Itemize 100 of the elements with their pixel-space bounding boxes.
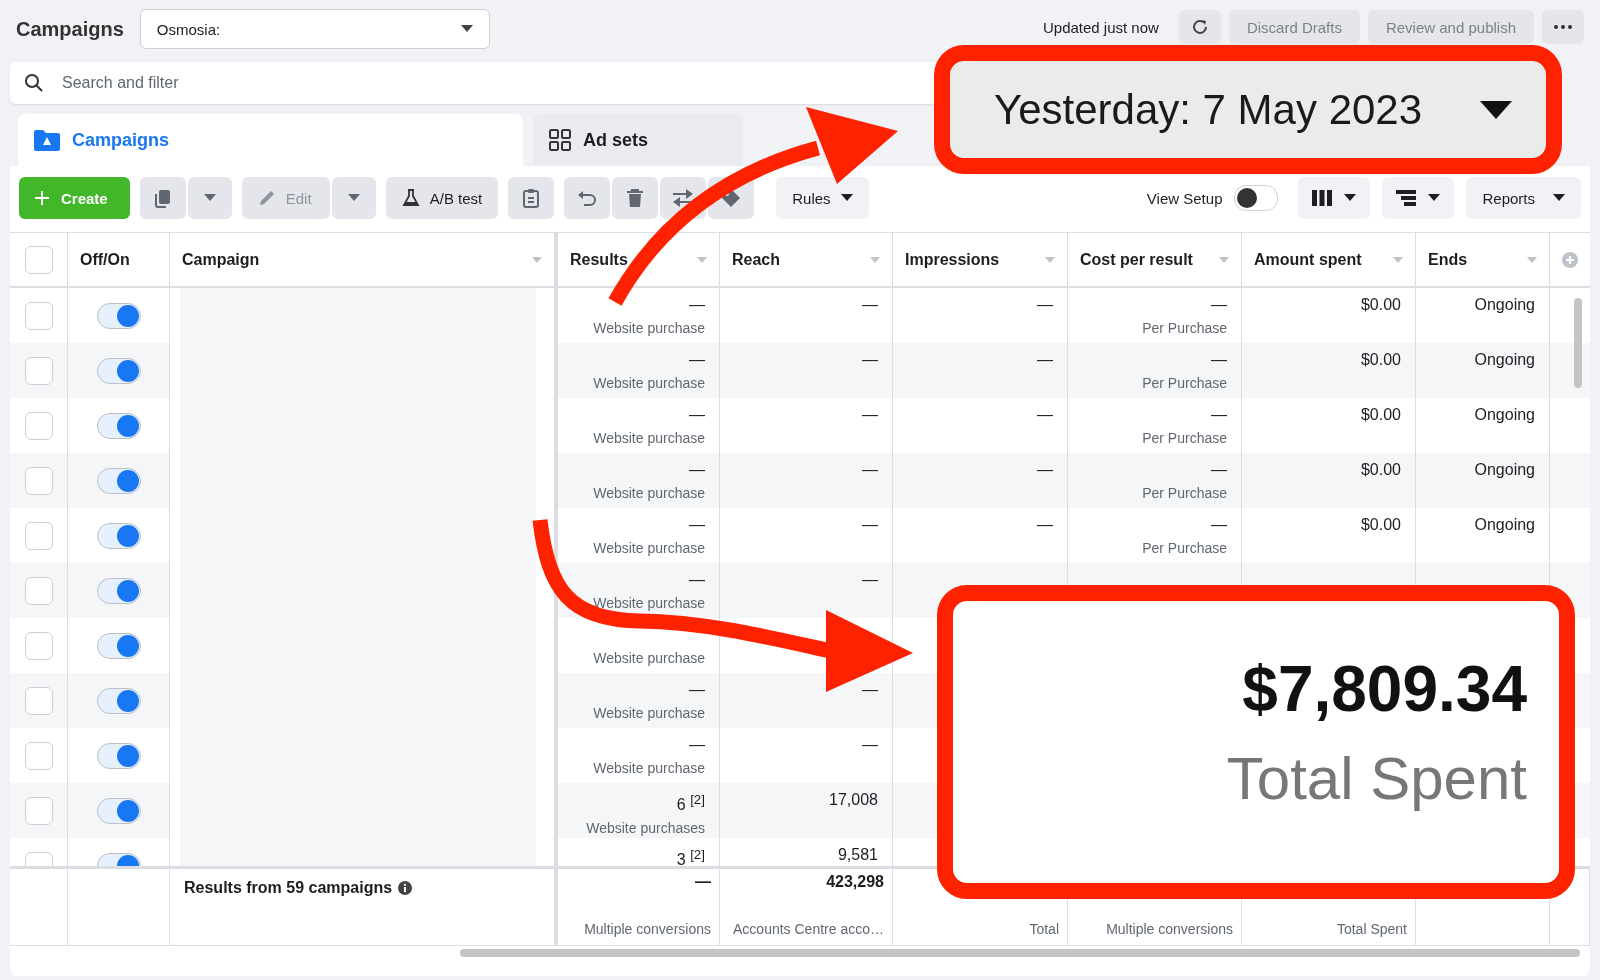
campaign-toggle[interactable] xyxy=(96,632,141,659)
columns-button[interactable] xyxy=(1298,177,1371,219)
table-cell: — xyxy=(689,406,705,424)
flask-icon xyxy=(401,189,420,207)
campaign-toggle[interactable] xyxy=(96,687,141,714)
dropdown-button[interactable] xyxy=(331,177,376,219)
duplicate-icon xyxy=(152,188,173,208)
breakdown-button[interactable] xyxy=(1382,177,1455,219)
grid-icon xyxy=(549,129,571,151)
column-header[interactable]: Impressions xyxy=(905,250,1000,269)
row-checkbox[interactable] xyxy=(24,631,53,660)
table-cell: 9,581 xyxy=(837,846,878,864)
table-cell: — xyxy=(689,461,705,479)
ab-test-button[interactable]: A/B test xyxy=(385,177,499,219)
clipboard-button[interactable] xyxy=(508,177,555,219)
table-cell: — xyxy=(862,296,878,314)
cell-caption: Website purchase xyxy=(593,320,705,336)
row-checkbox[interactable] xyxy=(24,356,53,385)
table-cell: — xyxy=(689,681,705,699)
pencil-icon xyxy=(257,189,276,207)
row-checkbox[interactable] xyxy=(24,576,53,605)
page-title: Campaigns xyxy=(16,17,124,41)
row-checkbox[interactable] xyxy=(24,411,53,440)
tab[interactable]: Ad sets xyxy=(533,114,743,166)
update-status: Updated just now xyxy=(1043,18,1159,36)
duplicate-button[interactable] xyxy=(139,177,186,219)
caret-icon xyxy=(347,194,360,202)
caret-icon xyxy=(460,25,473,33)
row-checkbox[interactable] xyxy=(24,301,53,330)
cell-caption: Website purchase xyxy=(593,595,705,611)
table-cell: — xyxy=(1037,351,1053,369)
table-cell: — xyxy=(862,681,878,699)
column-header[interactable]: Amount spent xyxy=(1254,250,1362,269)
select-all-checkbox[interactable] xyxy=(24,245,53,274)
column-header[interactable]: Ends xyxy=(1428,250,1468,269)
row-checkbox[interactable] xyxy=(24,796,53,825)
info-icon[interactable] xyxy=(398,881,413,895)
table-cell: Ongoing xyxy=(1474,461,1535,479)
cell-caption: Website purchase xyxy=(593,540,705,556)
table-cell: — xyxy=(1037,406,1053,424)
total-caption: Total Spent xyxy=(1336,921,1407,937)
table-cell: Ongoing xyxy=(1474,406,1535,424)
column-header[interactable]: Off/On xyxy=(80,250,130,269)
table-cell: Ongoing xyxy=(1474,296,1535,314)
refresh-icon xyxy=(1190,18,1209,36)
campaign-toggle[interactable] xyxy=(96,522,141,549)
more-button[interactable] xyxy=(1542,10,1584,44)
row-checkbox[interactable] xyxy=(24,686,53,715)
table-cell: 17,008 xyxy=(829,791,878,809)
account-dropdown[interactable]: Osmosia: xyxy=(139,9,490,49)
results-summary: Results from 59 campaigns xyxy=(184,879,393,897)
campaign-toggle[interactable] xyxy=(96,357,141,384)
view-setup-toggle[interactable] xyxy=(1234,185,1279,211)
trash-icon xyxy=(626,188,645,208)
refresh-button[interactable] xyxy=(1178,10,1221,44)
table-cell: $0.00 xyxy=(1360,461,1401,479)
table-cell: $0.00 xyxy=(1360,296,1401,314)
table-cell: — xyxy=(1037,296,1053,314)
table-cell: — xyxy=(689,736,705,754)
column-header[interactable]: Results xyxy=(570,250,628,269)
total-spent-label: Total Spent xyxy=(1226,743,1527,813)
rules-button[interactable]: Rules xyxy=(776,177,869,219)
column-header[interactable]: Reach xyxy=(732,250,781,269)
row-checkbox[interactable] xyxy=(24,741,53,770)
campaign-toggle[interactable] xyxy=(96,467,141,494)
total-spent-value: $7,809.34 xyxy=(1242,651,1527,726)
table-cell: $0.00 xyxy=(1360,516,1401,534)
list-icon xyxy=(1396,190,1417,206)
reports-button[interactable]: Reports xyxy=(1466,177,1581,219)
campaign-toggle[interactable] xyxy=(96,412,141,439)
row-checkbox[interactable] xyxy=(24,466,53,495)
table-cell: — xyxy=(862,461,878,479)
campaign-toggle[interactable] xyxy=(96,577,141,604)
scrollbar[interactable] xyxy=(460,949,1580,957)
scrollbar[interactable] xyxy=(1574,298,1582,388)
table-cell: — xyxy=(689,516,705,534)
column-header[interactable]: Campaign xyxy=(182,250,260,269)
column-header[interactable]: Cost per result xyxy=(1080,250,1193,269)
undo-button[interactable] xyxy=(564,177,611,219)
search-icon xyxy=(24,73,44,93)
dropdown-button[interactable] xyxy=(187,177,232,219)
table-cell: — xyxy=(862,571,878,589)
cell-caption: Per Purchase xyxy=(1142,430,1227,446)
table-cell: — xyxy=(689,351,705,369)
table-cell: 6 $^{[2]}$ xyxy=(676,791,705,815)
table-cell: — xyxy=(1211,296,1227,314)
row-checkbox[interactable] xyxy=(24,521,53,550)
caret-icon xyxy=(1553,194,1565,202)
delete-button[interactable] xyxy=(612,177,659,219)
table-cell: — xyxy=(1211,516,1227,534)
total-caption: Total xyxy=(1029,921,1059,937)
table-cell: — xyxy=(689,296,705,314)
campaign-toggle[interactable] xyxy=(96,742,141,769)
tab[interactable]: Campaigns xyxy=(18,114,523,166)
folder-icon xyxy=(34,129,60,151)
campaign-toggle[interactable] xyxy=(96,797,141,824)
search-field[interactable]: Search and filter xyxy=(60,73,934,93)
table-cell: — xyxy=(862,351,878,369)
more-icon xyxy=(1554,25,1572,29)
campaign-toggle[interactable] xyxy=(96,302,141,329)
